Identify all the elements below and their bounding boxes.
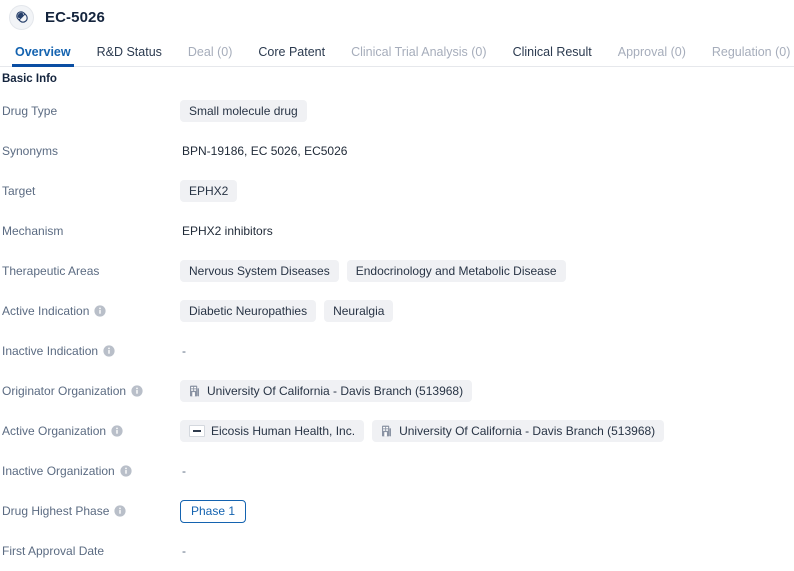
info-row-target: Target EPHX2 xyxy=(0,171,794,211)
info-icon[interactable] xyxy=(94,305,106,317)
row-label-synonyms: Synonyms xyxy=(0,144,180,158)
info-row-drug-highest-phase: Drug Highest Phase Phase 1 xyxy=(0,491,794,531)
value-text: BPN-19186, EC 5026, EC5026 xyxy=(182,144,348,158)
tab-regulation-0[interactable]: Regulation (0) xyxy=(712,45,791,67)
empty-value: - xyxy=(182,544,186,558)
tab-deal-0[interactable]: Deal (0) xyxy=(188,45,232,67)
label-text: First Approval Date xyxy=(2,544,105,558)
info-row-first-approval-date: First Approval Date - xyxy=(0,531,794,571)
tag-diabetic-neuropathies[interactable]: Diabetic Neuropathies xyxy=(180,300,317,322)
label-text: Inactive Indication xyxy=(2,344,99,358)
phase-badge[interactable]: Phase 1 xyxy=(180,499,247,523)
tag-neuralgia[interactable]: Neuralgia xyxy=(324,300,394,322)
info-row-active-organization: Active Organization Eicosis Human Health,… xyxy=(0,411,794,451)
info-icon[interactable] xyxy=(111,425,123,437)
row-label-target: Target xyxy=(0,184,180,198)
tag-university-of-california-davis-branch-513968[interactable]: University Of California - Davis Branch … xyxy=(372,420,665,442)
label-text: Drug Type xyxy=(2,104,58,118)
tag-label: University Of California - Davis Branch … xyxy=(399,424,656,438)
tag-eicosis-human-health-inc[interactable]: Eicosis Human Health, Inc. xyxy=(180,420,365,442)
info-row-active-indication: Active Indication Diabetic Neuropathies Ne… xyxy=(0,291,794,331)
empty-value: - xyxy=(182,464,186,478)
drug-header: EC-5026 xyxy=(0,0,794,34)
organization-icon xyxy=(381,425,393,437)
info-icon[interactable] xyxy=(131,385,143,397)
row-value-inactive-indication: - xyxy=(180,344,794,358)
tab-clinical-result[interactable]: Clinical Result xyxy=(513,45,592,67)
tab-overview[interactable]: Overview xyxy=(12,45,74,67)
tag-small-molecule-drug[interactable]: Small molecule drug xyxy=(180,100,307,122)
label-text: Synonyms xyxy=(2,144,59,158)
info-icon[interactable] xyxy=(120,465,132,477)
row-label-inactive-indication: Inactive Indication xyxy=(0,344,180,358)
tag-label: Nervous System Diseases xyxy=(189,264,330,278)
row-label-drug-type: Drug Type xyxy=(0,104,180,118)
row-value-drug-highest-phase: Phase 1 xyxy=(180,499,794,523)
tag-endocrinology-and-metabolic-disease[interactable]: Endocrinology and Metabolic Disease xyxy=(346,260,566,282)
empty-value: - xyxy=(182,344,186,358)
info-row-originator-organization: Originator Organization University Of Cal… xyxy=(0,371,794,411)
basic-info-rows: Drug Type Small molecule drug Synonyms BPN-… xyxy=(0,85,794,571)
info-row-inactive-organization: Inactive Organization - xyxy=(0,451,794,491)
label-text: Originator Organization xyxy=(2,384,127,398)
row-label-drug-highest-phase: Drug Highest Phase xyxy=(0,504,180,518)
tag-label: University Of California - Davis Branch … xyxy=(207,384,464,398)
value-text: EPHX2 inhibitors xyxy=(182,224,273,238)
tag-label: EPHX2 xyxy=(189,184,229,198)
row-label-active-organization: Active Organization xyxy=(0,424,180,438)
row-value-active-organization: Eicosis Human Health, Inc. University Of … xyxy=(180,420,794,442)
organization-icon xyxy=(189,385,201,397)
tab-clinical-trial-analysis-0[interactable]: Clinical Trial Analysis (0) xyxy=(351,45,486,67)
info-icon[interactable] xyxy=(103,345,115,357)
row-label-active-indication: Active Indication xyxy=(0,304,180,318)
row-label-originator-organization: Originator Organization xyxy=(0,384,180,398)
info-row-therapeutic-areas: Therapeutic Areas Nervous System Diseases… xyxy=(0,251,794,291)
row-label-inactive-organization: Inactive Organization xyxy=(0,464,180,478)
section-title-basic-info: Basic Info xyxy=(2,73,57,85)
pill-capsule-icon xyxy=(9,4,34,30)
tag-label: Endocrinology and Metabolic Disease xyxy=(355,264,557,278)
tab-core-patent[interactable]: Core Patent xyxy=(258,45,325,67)
label-text: Mechanism xyxy=(2,224,64,238)
info-row-synonyms: Synonyms BPN-19186, EC 5026, EC5026 xyxy=(0,131,794,171)
tag-label: Diabetic Neuropathies xyxy=(189,304,308,318)
tag-label: Eicosis Human Health, Inc. xyxy=(211,424,356,438)
tag-nervous-system-diseases[interactable]: Nervous System Diseases xyxy=(180,260,339,282)
row-label-therapeutic-areas: Therapeutic Areas xyxy=(0,264,180,278)
info-row-drug-type: Drug Type Small molecule drug xyxy=(0,91,794,131)
page-title: EC-5026 xyxy=(45,8,105,26)
row-value-active-indication: Diabetic Neuropathies Neuralgia xyxy=(180,300,794,322)
label-text: Inactive Organization xyxy=(2,464,115,478)
row-value-first-approval-date: - xyxy=(180,544,794,558)
row-value-drug-type: Small molecule drug xyxy=(180,100,794,122)
tag-label: Neuralgia xyxy=(333,304,385,318)
label-text: Drug Highest Phase xyxy=(2,504,110,518)
company-logo-icon xyxy=(189,425,205,437)
tab-bar: Overview R&D Status Deal (0) Core Patent Cli… xyxy=(0,34,794,67)
label-text: Active Indication xyxy=(2,304,90,318)
row-value-inactive-organization: - xyxy=(180,464,794,478)
info-row-inactive-indication: Inactive Indication - xyxy=(0,331,794,371)
tab-approval-0[interactable]: Approval (0) xyxy=(618,45,686,67)
tab-r-d-status[interactable]: R&D Status xyxy=(97,45,162,67)
row-value-synonyms: BPN-19186, EC 5026, EC5026 xyxy=(180,144,794,158)
label-text: Active Organization xyxy=(2,424,107,438)
info-icon[interactable] xyxy=(114,505,126,517)
row-value-originator-organization: University Of California - Davis Branch … xyxy=(180,380,794,402)
row-value-target: EPHX2 xyxy=(180,180,794,202)
row-value-mechanism: EPHX2 inhibitors xyxy=(180,224,794,238)
row-value-therapeutic-areas: Nervous System Diseases Endocrinology and… xyxy=(180,260,794,282)
tag-university-of-california-davis-branch-513968[interactable]: University Of California - Davis Branch … xyxy=(180,380,473,402)
info-row-mechanism: Mechanism EPHX2 inhibitors xyxy=(0,211,794,251)
row-label-mechanism: Mechanism xyxy=(0,224,180,238)
tag-label: Small molecule drug xyxy=(189,104,298,118)
row-label-first-approval-date: First Approval Date xyxy=(0,544,180,558)
label-text: Target xyxy=(2,184,36,198)
tag-ephx2[interactable]: EPHX2 xyxy=(180,180,238,202)
label-text: Therapeutic Areas xyxy=(2,264,100,278)
